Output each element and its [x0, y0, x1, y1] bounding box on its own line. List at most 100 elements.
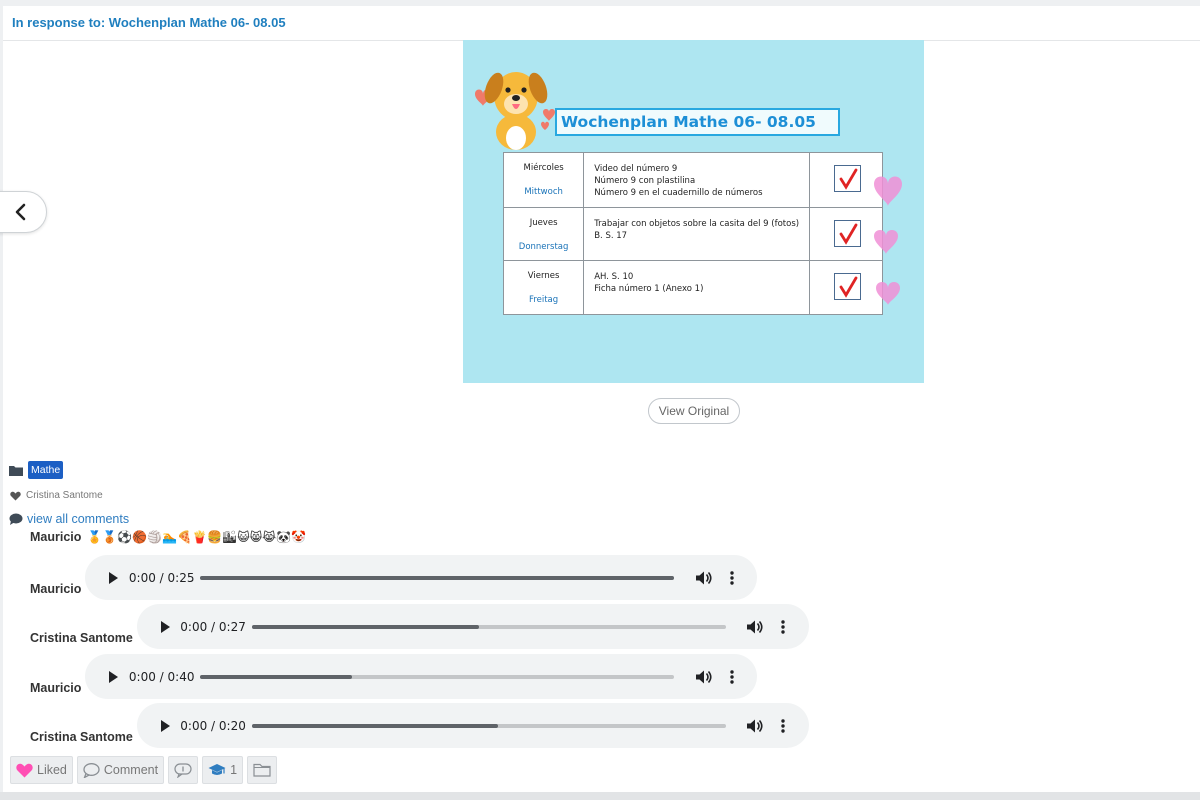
- dog-illustration-icon: [475, 72, 555, 150]
- audio-progress-track[interactable]: [251, 624, 726, 629]
- more-vertical-icon: [781, 619, 785, 634]
- more-options-button[interactable]: [724, 568, 740, 588]
- folder-button[interactable]: [247, 756, 278, 784]
- table-row: Jueves Donnerstag Trabajar con objetos s…: [502, 206, 884, 262]
- comment-bubble-icon: [9, 513, 23, 525]
- comment-item: Cristina Santome 0:00 / 0:27: [30, 604, 809, 649]
- volume-icon: [747, 620, 763, 633]
- heart-icon: [10, 491, 21, 500]
- audio-progress-track[interactable]: [200, 575, 675, 580]
- comment-author[interactable]: Cristina Santome: [30, 730, 133, 744]
- view-all-comments-label: view all comments: [27, 512, 130, 526]
- volume-button[interactable]: [694, 568, 714, 588]
- play-icon: [160, 719, 170, 732]
- day-cell: Miércoles Mittwoch: [502, 152, 585, 208]
- weekly-plan-table: Miércoles Mittwoch Video del número 9 Nú…: [502, 152, 884, 315]
- audio-player: 0:00 / 0:27: [136, 604, 809, 649]
- more-vertical-icon: [729, 669, 734, 684]
- view-all-comments-link[interactable]: view all comments: [9, 512, 129, 526]
- audio-progress-fill: [251, 624, 480, 629]
- day-german: Mittwoch: [524, 187, 563, 197]
- folder-icon: [9, 465, 23, 476]
- comment-item: Cristina Santome 0:00 / 0:20: [30, 703, 809, 748]
- volume-button[interactable]: [694, 667, 714, 687]
- comment-button[interactable]: Comment: [76, 756, 165, 784]
- audio-time: 0:00 / 0:40: [128, 669, 195, 684]
- liked-label: Liked: [37, 763, 67, 777]
- more-options-button[interactable]: [775, 716, 791, 736]
- day-spanish: Jueves: [529, 217, 558, 228]
- comment-outline-icon: [83, 762, 100, 778]
- translate-button[interactable]: [168, 756, 199, 784]
- heart-decoration-icon: [874, 176, 902, 305]
- audio-player: 0:00 / 0:20: [136, 703, 809, 748]
- folder-row: Mathe: [9, 461, 64, 479]
- volume-button[interactable]: [746, 617, 766, 637]
- comment-author[interactable]: Mauricio: [30, 530, 81, 544]
- comment-item: Mauricio 0:00 / 0:25: [30, 555, 758, 600]
- audio-progress-track[interactable]: [200, 674, 675, 679]
- audio-player: 0:00 / 0:40: [85, 654, 758, 699]
- comment-item: Mauricio 0:00 / 0:40: [30, 654, 758, 699]
- back-button[interactable]: [0, 191, 47, 233]
- checkbox-checked-icon: [833, 165, 861, 192]
- audio-progress-fill: [251, 723, 499, 728]
- bottom-strip: [0, 792, 1200, 800]
- task-line: Video del número 9: [594, 164, 678, 174]
- liked-button[interactable]: Liked: [10, 756, 73, 784]
- task-line: Número 9 con plastilina: [594, 176, 696, 186]
- folder-outline-icon: [253, 763, 271, 777]
- play-icon: [109, 670, 119, 683]
- heart-filled-icon: [16, 763, 33, 777]
- liked-by-row: Cristina Santome: [10, 490, 103, 501]
- post-card: In response to: Wochenplan Mathe 06- 08.…: [0, 6, 1200, 792]
- liker-name[interactable]: Cristina Santome: [26, 490, 103, 501]
- play-button[interactable]: [153, 615, 176, 639]
- volume-icon: [695, 670, 712, 683]
- comment-item: Mauricio 🏅🥉⚽🏀🏐🏊🍕🍟🍔🏙😺😸😹🐼🤡: [30, 530, 306, 544]
- more-options-button[interactable]: [724, 667, 740, 687]
- task-cell: Trabajar con objetos sobre la casita del…: [583, 206, 810, 262]
- task-line: Número 9 en el cuadernillo de números: [594, 188, 763, 198]
- more-vertical-icon: [729, 570, 734, 585]
- more-vertical-icon: [781, 718, 785, 733]
- audio-progress-fill: [200, 674, 353, 679]
- comment-author[interactable]: Mauricio: [30, 681, 81, 695]
- comment-author[interactable]: Mauricio: [30, 582, 81, 596]
- play-icon: [109, 571, 119, 584]
- student-badge-count: 1: [230, 763, 238, 777]
- task-line: Trabajar con objetos sobre la casita del…: [594, 218, 800, 229]
- volume-icon: [747, 719, 763, 732]
- post-header: In response to: Wochenplan Mathe 06- 08.…: [3, 6, 1200, 41]
- checkbox-checked-icon: [833, 273, 861, 301]
- day-spanish: Viernes: [527, 271, 560, 282]
- day-cell: Viernes Freitag: [502, 260, 585, 315]
- audio-time: 0:00 / 0:20: [180, 718, 246, 733]
- student-badge-button[interactable]: 1: [202, 756, 244, 784]
- comment-author[interactable]: Cristina Santome: [30, 631, 133, 645]
- image-title: Wochenplan Mathe 06- 08.05: [561, 113, 816, 131]
- post-image[interactable]: Wochenplan Mathe 06- 08.05 Miércoles Mit…: [463, 40, 924, 383]
- day-spanish: Miércoles: [523, 163, 564, 173]
- day-german: Freitag: [529, 295, 559, 306]
- task-line: AH. S. 10: [594, 272, 634, 283]
- more-options-button[interactable]: [775, 617, 791, 637]
- play-icon: [160, 620, 170, 633]
- audio-progress-fill: [200, 575, 675, 580]
- task-line: B. S. 17: [594, 230, 628, 241]
- volume-button[interactable]: [746, 716, 766, 736]
- play-button[interactable]: [153, 714, 176, 738]
- audio-progress-track[interactable]: [251, 723, 726, 728]
- post-title-link[interactable]: In response to: Wochenplan Mathe 06- 08.…: [12, 15, 286, 30]
- folder-tag[interactable]: Mathe: [28, 461, 64, 479]
- comment-label: Comment: [103, 763, 159, 777]
- play-button[interactable]: [101, 566, 124, 590]
- task-cell: Video del número 9 Número 9 con plastili…: [583, 152, 810, 208]
- play-button[interactable]: [101, 665, 124, 689]
- view-original-button[interactable]: View Original: [648, 398, 740, 424]
- audio-player: 0:00 / 0:25: [85, 555, 758, 600]
- post-action-bar: Liked Comment 1: [10, 756, 278, 784]
- chevron-left-icon: [15, 203, 26, 221]
- comment-emoji-text: 🏅🥉⚽🏀🏐🏊🍕🍟🍔🏙😺😸😹🐼🤡: [87, 530, 307, 544]
- image-title-box: Wochenplan Mathe 06- 08.05: [555, 108, 840, 136]
